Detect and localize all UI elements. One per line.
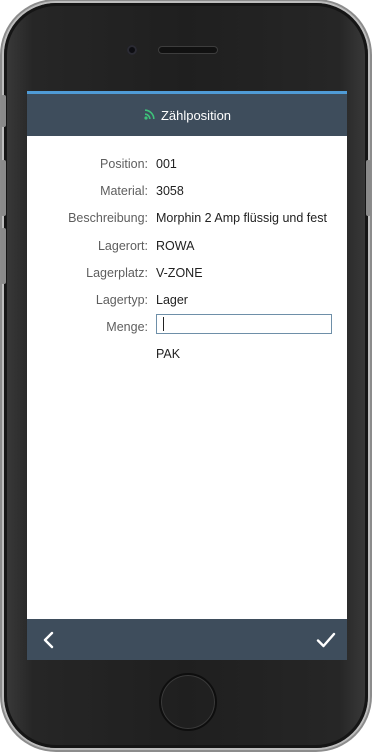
power-button	[366, 160, 371, 216]
storage-location-label: Lagerort:	[97, 239, 148, 253]
app-screen: Zählposition Position: 001 Material: 305…	[27, 91, 347, 660]
header-bar: Zählposition	[27, 91, 347, 136]
home-button[interactable]	[159, 673, 217, 731]
storage-type-label: Lagertyp:	[95, 293, 148, 307]
unit-row: PAK	[27, 344, 347, 364]
back-button[interactable]	[37, 628, 61, 652]
chevron-left-icon	[43, 631, 54, 649]
front-camera	[127, 45, 137, 55]
volume-up-button	[1, 160, 6, 216]
description-label: Beschreibung:	[68, 211, 148, 225]
confirm-button[interactable]	[314, 628, 338, 652]
material-label: Material:	[100, 184, 148, 198]
description-row: Beschreibung: Morphin 2 Amp flüssig und …	[27, 208, 347, 228]
mute-switch	[1, 95, 6, 127]
storage-bin-label: Lagerplatz:	[86, 266, 148, 280]
position-label: Position:	[100, 157, 148, 171]
wifi-icon	[144, 109, 155, 120]
storage-location-value: ROWA	[156, 239, 195, 253]
description-value: Morphin 2 Amp flüssig und fest	[156, 211, 327, 225]
volume-down-button	[1, 228, 6, 284]
page-title: Zählposition	[160, 107, 232, 123]
quantity-unit: PAK	[156, 347, 181, 361]
material-row: Material: 3058	[27, 181, 347, 201]
storage-type-row: Lagertyp: Lager	[27, 290, 347, 310]
material-value: 3058	[156, 184, 184, 198]
text-cursor	[163, 317, 164, 331]
earpiece-speaker	[159, 47, 217, 53]
checkmark-icon	[316, 632, 336, 648]
position-row: Position: 001	[27, 154, 347, 174]
quantity-label: Menge:	[106, 320, 148, 334]
storage-bin-value: V-ZONE	[156, 266, 203, 280]
quantity-row: Menge:	[27, 314, 347, 337]
storage-type-value: Lager	[156, 293, 188, 307]
storage-bin-row: Lagerplatz: V-ZONE	[27, 263, 347, 283]
footer-toolbar	[27, 619, 347, 660]
position-value: 001	[156, 157, 177, 171]
quantity-input[interactable]	[156, 314, 332, 334]
storage-location-row: Lagerort: ROWA	[27, 236, 347, 256]
